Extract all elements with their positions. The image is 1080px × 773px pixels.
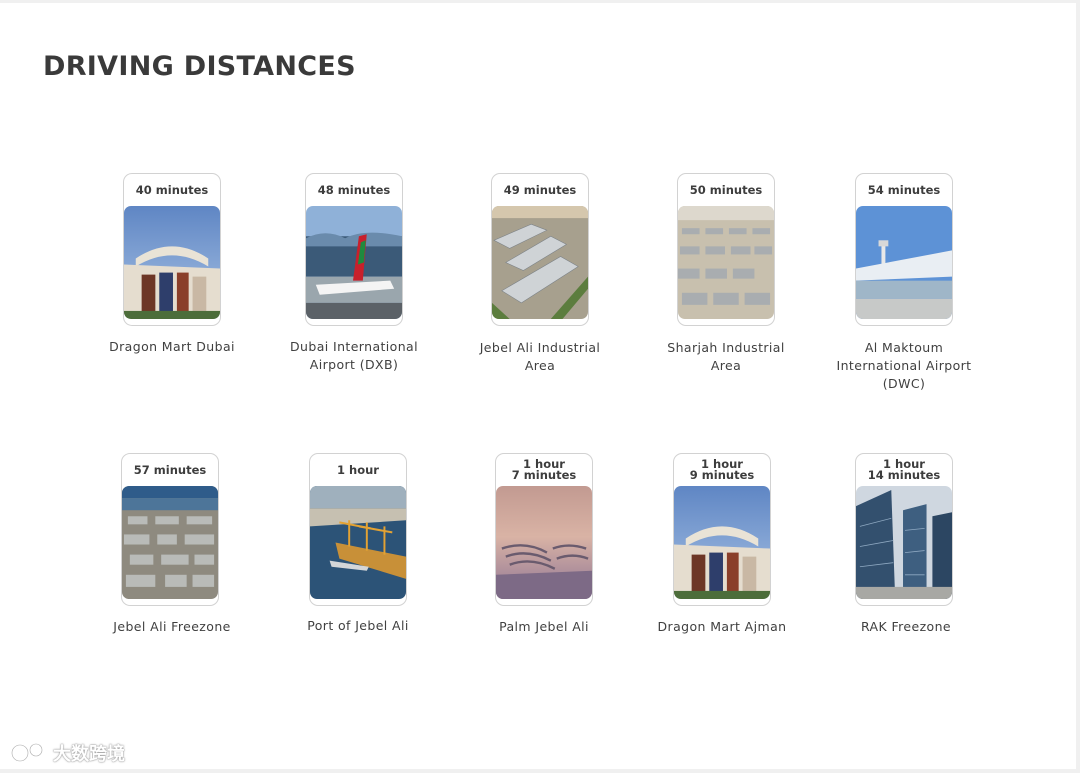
destination-card-jebel-ali-freezone: 57 minutes <box>121 453 219 606</box>
warehouses-photo <box>492 206 588 319</box>
brand-logo-icon <box>10 742 44 763</box>
drive-time: 1 hour 9 minutes <box>689 457 755 482</box>
destination-card-rak-freezone: 1 hour 14 minutes <box>855 453 953 606</box>
drive-time: 50 minutes <box>689 182 763 197</box>
dragon-mart-photo <box>124 206 220 319</box>
destination-label: Jebel Ali Industrial Area <box>479 340 601 373</box>
port-photo <box>310 486 406 599</box>
destination-label: Jebel Ali Freezone <box>113 619 231 634</box>
drive-time: 1 hour 7 minutes <box>511 457 577 482</box>
destination-label: Palm Jebel Ali <box>499 619 589 634</box>
watermark: 大数跨境 <box>8 740 125 766</box>
destination-card-dwc: 54 minutes <box>855 173 953 326</box>
destination-card-palm-jebel-ali: 1 hour 7 minutes <box>495 453 593 606</box>
destination-label: RAK Freezone <box>860 619 952 634</box>
industrial-aerial-photo <box>678 206 774 319</box>
page-title: DRIVING DISTANCES <box>43 51 356 82</box>
destination-label: Dragon Mart Ajman <box>657 619 787 634</box>
destination-label: Dubai International Airport (DXB) <box>290 339 418 372</box>
drive-time: 1 hour 14 minutes <box>867 457 941 482</box>
drive-time: 1 hour <box>337 462 379 477</box>
drive-time: 54 minutes <box>867 182 941 197</box>
destination-label: Dragon Mart Dubai <box>109 339 235 354</box>
airport-plane-photo <box>306 206 402 319</box>
dragon-mart-photo <box>674 486 770 599</box>
destination-label: Al Maktoum International Airport (DWC) <box>836 340 972 391</box>
document-page: DRIVING DISTANCES 40 minutes Dragon Mart… <box>0 3 1076 769</box>
destination-label: Sharjah Industrial Area <box>667 340 785 373</box>
drive-time: 48 minutes <box>317 182 391 197</box>
palm-island-photo <box>496 486 592 599</box>
drive-time: 49 minutes <box>503 182 577 197</box>
destination-label: Port of Jebel Ali <box>307 618 409 633</box>
drive-time: 57 minutes <box>133 462 207 477</box>
drive-time: 40 minutes <box>135 182 209 197</box>
destination-card-dragon-mart-ajman: 1 hour 9 minutes <box>673 453 771 606</box>
freezone-photo <box>122 486 218 599</box>
terminal-photo <box>856 206 952 319</box>
destination-card-port-jebel-ali: 1 hour <box>309 453 407 606</box>
watermark-text: 大数跨境 <box>53 744 125 765</box>
destination-card-sharjah-industrial: 50 minutes <box>677 173 775 326</box>
destination-card-dragon-mart-dubai: 40 minutes <box>123 173 221 326</box>
destination-card-dxb: 48 minutes <box>305 173 403 326</box>
destination-card-jebel-ali-industrial: 49 minutes <box>491 173 589 326</box>
office-towers-photo <box>856 486 952 599</box>
